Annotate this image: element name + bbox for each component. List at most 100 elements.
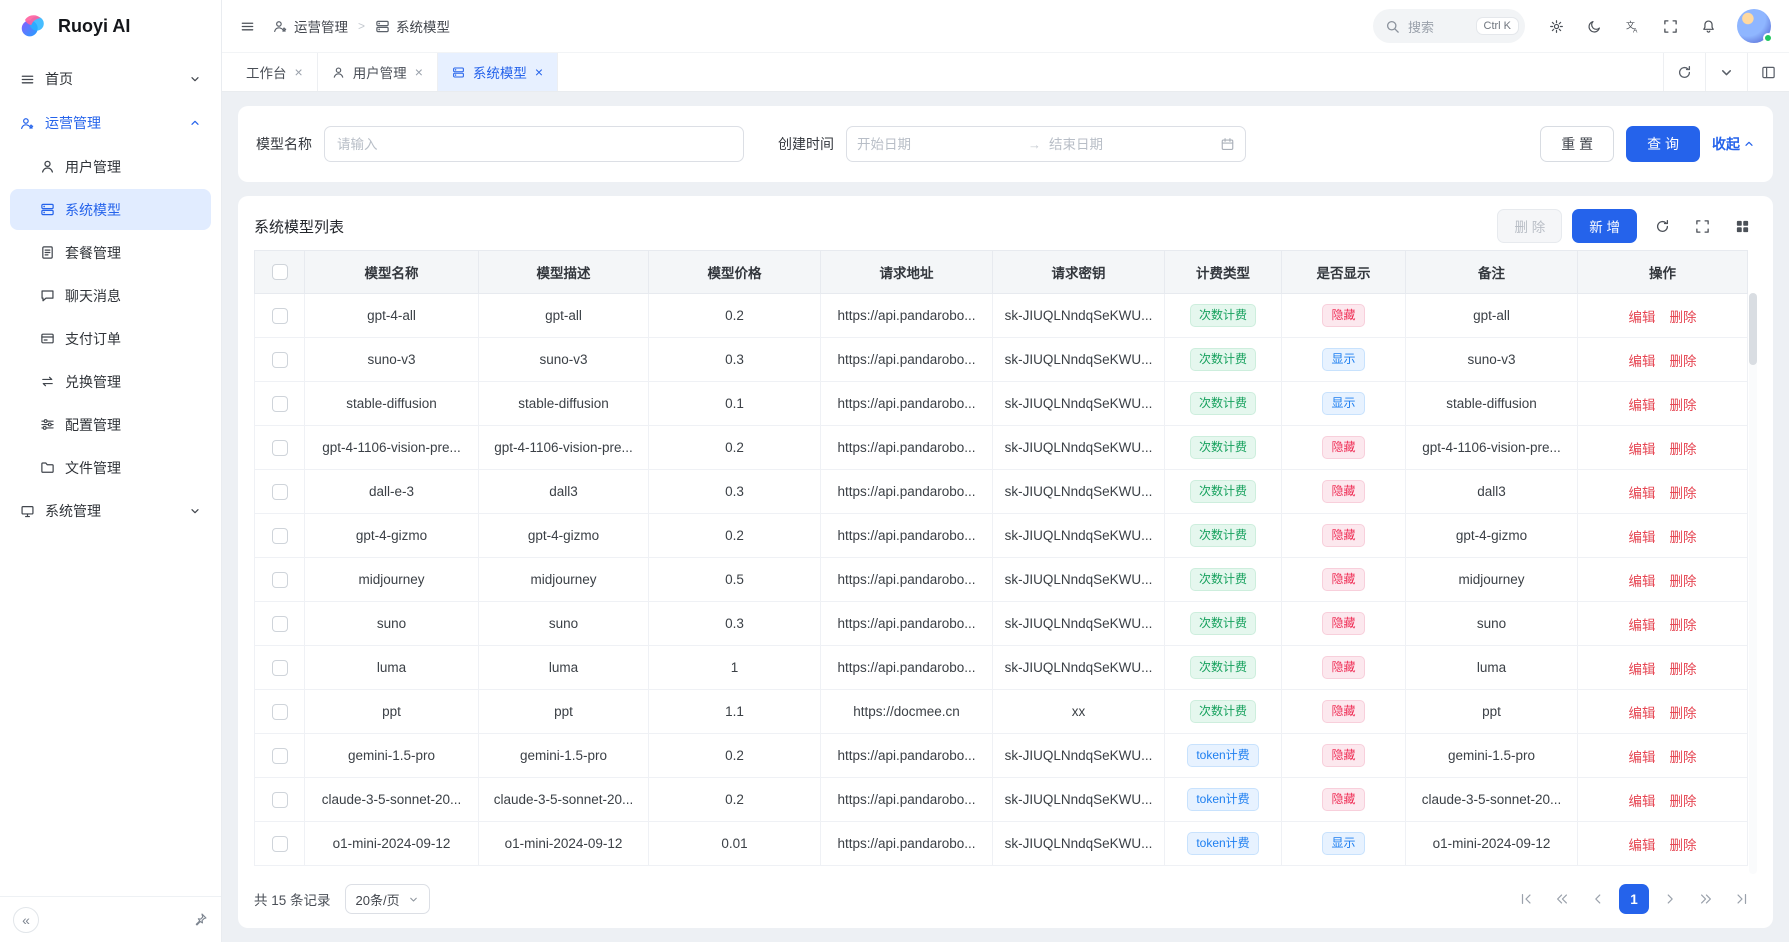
row-checkbox[interactable] <box>272 704 288 720</box>
edit-link[interactable]: 编辑 <box>1629 750 1656 765</box>
tab-close-icon[interactable]: × <box>535 64 543 80</box>
tab-refresh-button[interactable] <box>1663 53 1705 91</box>
language-button[interactable]: 文A <box>1615 9 1649 43</box>
sidebar-collapse-button[interactable]: « <box>13 907 39 933</box>
jump-next-button[interactable] <box>1691 884 1721 914</box>
edit-link[interactable]: 编辑 <box>1629 398 1656 413</box>
edit-link[interactable]: 编辑 <box>1629 530 1656 545</box>
notifications-button[interactable] <box>1691 9 1725 43</box>
pin-icon[interactable] <box>193 912 208 927</box>
refresh-table-button[interactable] <box>1647 211 1677 241</box>
edit-link[interactable]: 编辑 <box>1629 574 1656 589</box>
edit-link[interactable]: 编辑 <box>1629 618 1656 633</box>
table-scrollbar[interactable] <box>1749 293 1757 874</box>
collapse-filter-link[interactable]: 收起 <box>1712 134 1755 154</box>
breadcrumb-item[interactable]: 系统模型 <box>375 16 450 36</box>
sidebar-item-label: 系统模型 <box>65 200 121 220</box>
delete-link[interactable]: 删除 <box>1670 442 1697 457</box>
end-date-input[interactable] <box>1049 137 1212 152</box>
tab-layout-button[interactable] <box>1747 53 1789 91</box>
edit-link[interactable]: 编辑 <box>1629 354 1656 369</box>
row-checkbox[interactable] <box>272 440 288 456</box>
sidebar-item-system[interactable]: 系统管理 <box>10 490 211 532</box>
row-checkbox[interactable] <box>272 616 288 632</box>
breadcrumb-item[interactable]: 运营管理 <box>273 16 348 36</box>
edit-link[interactable]: 编辑 <box>1629 486 1656 501</box>
edit-link[interactable]: 编辑 <box>1629 662 1656 677</box>
sidebar-item-system-models[interactable]: 系统模型 <box>10 189 211 230</box>
row-checkbox[interactable] <box>272 792 288 808</box>
sidebar-item-chat-messages[interactable]: 聊天消息 <box>10 275 211 316</box>
row-checkbox[interactable] <box>272 572 288 588</box>
edit-link[interactable]: 编辑 <box>1629 310 1656 325</box>
row-checkbox[interactable] <box>272 660 288 676</box>
tab-close-icon[interactable]: × <box>295 64 303 80</box>
model-name-input[interactable] <box>324 126 744 162</box>
add-button[interactable]: 新 增 <box>1572 209 1637 243</box>
prev-page-button[interactable] <box>1583 884 1613 914</box>
hamburger-icon[interactable] <box>240 19 255 34</box>
delete-link[interactable]: 删除 <box>1670 486 1697 501</box>
actions-cell: 编辑删除 <box>1578 338 1748 382</box>
sidebar-item-operations[interactable]: 运营管理 <box>10 102 211 144</box>
row-checkbox[interactable] <box>272 484 288 500</box>
sidebar-item-user-management[interactable]: 用户管理 <box>10 146 211 187</box>
tab-workbench[interactable]: 工作台× <box>232 53 318 91</box>
sidebar-item-home[interactable]: 首页 <box>10 58 211 100</box>
sidebar-item-exchange-management[interactable]: 兑换管理 <box>10 361 211 402</box>
scrollbar-thumb[interactable] <box>1749 293 1757 365</box>
sidebar-item-package-management[interactable]: 套餐管理 <box>10 232 211 273</box>
next-page-button[interactable] <box>1655 884 1685 914</box>
last-page-button[interactable] <box>1727 884 1757 914</box>
reset-button[interactable]: 重 置 <box>1540 126 1614 162</box>
dark-mode-button[interactable] <box>1577 9 1611 43</box>
row-checkbox[interactable] <box>272 836 288 852</box>
delete-link[interactable]: 删除 <box>1670 354 1697 369</box>
delete-link[interactable]: 删除 <box>1670 310 1697 325</box>
logo[interactable]: Ruoyi AI <box>0 0 221 52</box>
edit-link[interactable]: 编辑 <box>1629 706 1656 721</box>
row-checkbox[interactable] <box>272 396 288 412</box>
delete-link[interactable]: 删除 <box>1670 750 1697 765</box>
page-size-select[interactable]: 20条/页 <box>345 884 430 914</box>
page-number-button[interactable]: 1 <box>1619 884 1649 914</box>
row-checkbox[interactable] <box>272 352 288 368</box>
date-range-picker[interactable]: → <box>846 126 1246 162</box>
tab-user-management[interactable]: 用户管理× <box>318 53 438 91</box>
delete-link[interactable]: 删除 <box>1670 398 1697 413</box>
delete-link[interactable]: 删除 <box>1670 662 1697 677</box>
tab-menu-button[interactable] <box>1705 53 1747 91</box>
batch-delete-button[interactable]: 删 除 <box>1497 209 1562 243</box>
sidebar-item-config-management[interactable]: 配置管理 <box>10 404 211 445</box>
sidebar-item-payment-orders[interactable]: 支付订单 <box>10 318 211 359</box>
global-search[interactable]: 搜索 Ctrl K <box>1373 9 1525 43</box>
settings-button[interactable] <box>1539 9 1573 43</box>
column-settings-button[interactable] <box>1727 211 1757 241</box>
jump-prev-button[interactable] <box>1547 884 1577 914</box>
tab-system-models[interactable]: 系统模型× <box>438 53 558 91</box>
row-checkbox[interactable] <box>272 748 288 764</box>
fullscreen-button[interactable] <box>1653 9 1687 43</box>
row-checkbox[interactable] <box>272 308 288 324</box>
table-fullscreen-button[interactable] <box>1687 211 1717 241</box>
delete-link[interactable]: 删除 <box>1670 574 1697 589</box>
select-all-checkbox[interactable] <box>272 264 288 280</box>
row-checkbox[interactable] <box>272 528 288 544</box>
delete-link[interactable]: 删除 <box>1670 618 1697 633</box>
edit-link[interactable]: 编辑 <box>1629 442 1656 457</box>
delete-link[interactable]: 删除 <box>1670 706 1697 721</box>
delete-link[interactable]: 删除 <box>1670 838 1697 853</box>
delete-link[interactable]: 删除 <box>1670 794 1697 809</box>
visibility-cell: 显示 <box>1282 338 1406 382</box>
remark-cell: luma <box>1406 646 1578 690</box>
delete-link[interactable]: 删除 <box>1670 530 1697 545</box>
first-page-button[interactable] <box>1511 884 1541 914</box>
tab-close-icon[interactable]: × <box>415 64 423 80</box>
sidebar-item-file-management[interactable]: 文件管理 <box>10 447 211 488</box>
start-date-input[interactable] <box>857 137 1020 152</box>
column-header: 操作 <box>1578 251 1748 294</box>
edit-link[interactable]: 编辑 <box>1629 794 1656 809</box>
query-button[interactable]: 查 询 <box>1626 126 1700 162</box>
edit-link[interactable]: 编辑 <box>1629 838 1656 853</box>
user-avatar[interactable] <box>1737 9 1771 43</box>
